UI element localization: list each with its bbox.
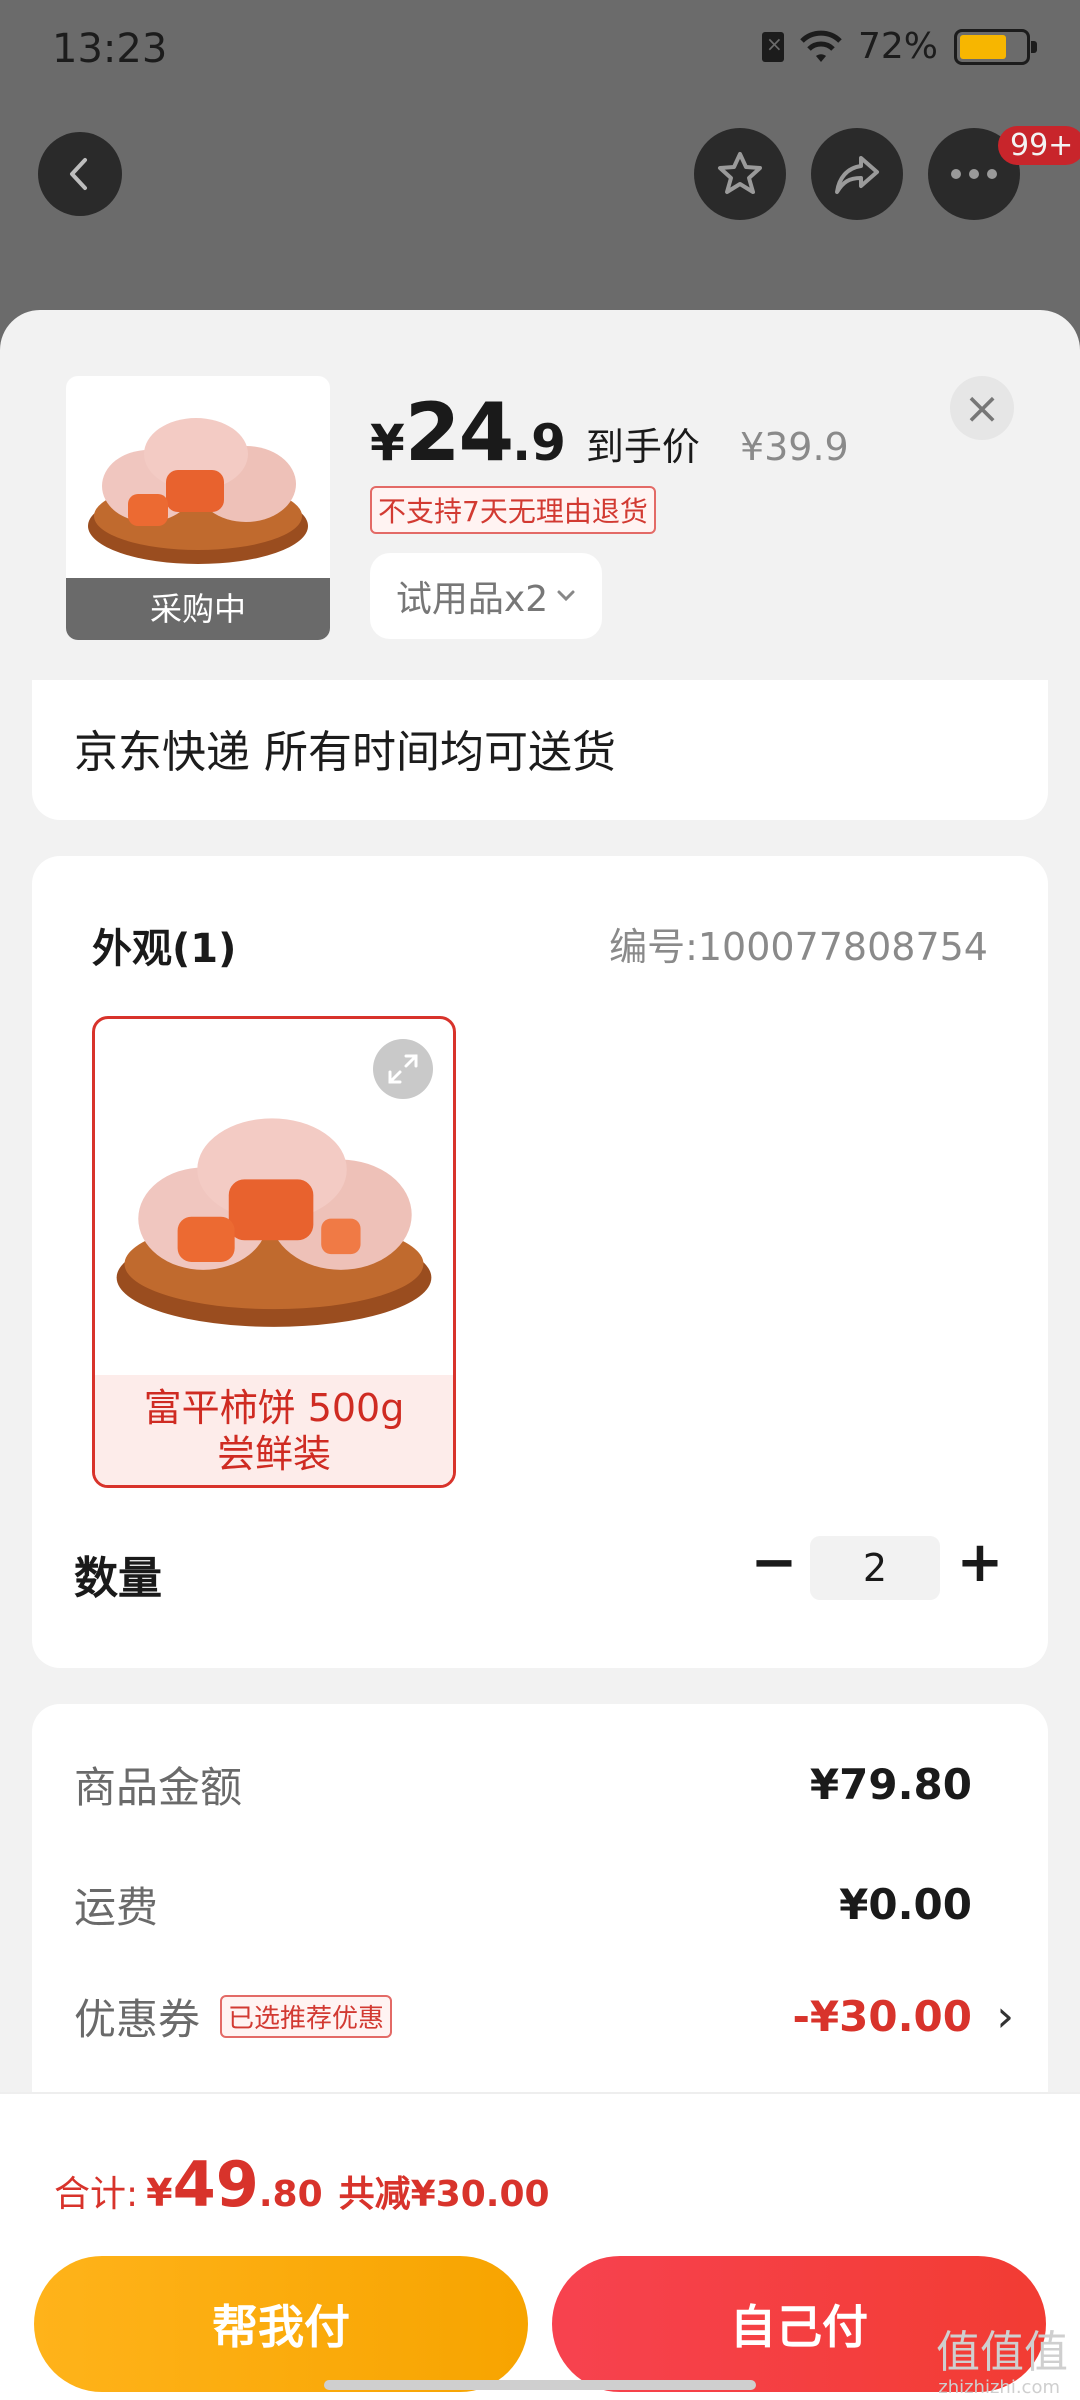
share-icon: [835, 156, 879, 194]
no-return-badge: 不支持7天无理由退货: [370, 486, 656, 534]
help-pay-button[interactable]: 帮我付: [34, 2256, 528, 2392]
watermark-url: zhizhizhi.com: [938, 2377, 1060, 2398]
product-thumbnail: 采购中: [66, 376, 330, 640]
chevron-right-icon: ›: [996, 1991, 1014, 2042]
goods-amount-label: 商品金额: [74, 1763, 243, 1812]
price-symbol: ¥: [370, 414, 405, 472]
price-integer: 24: [404, 386, 514, 479]
chevron-down-icon: [557, 590, 575, 602]
coupon-label: 优惠券: [74, 1995, 201, 2044]
coupon-recommend-badge: 已选推荐优惠: [220, 1995, 393, 2038]
share-button[interactable]: [811, 128, 903, 220]
sku-number: 编号:100077808754: [609, 925, 988, 969]
battery-percent: 72%: [857, 26, 938, 67]
home-indicator[interactable]: [324, 2380, 756, 2390]
battery-fill: [960, 34, 1007, 59]
appearance-title: 外观(1): [92, 926, 237, 972]
checkout-footer: 合计: ¥ 49 .80 共减¥30.00 帮我付 自己付 值值值 zhizhi…: [0, 2092, 1080, 2400]
original-price: ¥39.9: [739, 425, 849, 469]
star-icon: [718, 152, 762, 194]
goods-amount-row: 商品金额 ¥79.80: [74, 1754, 1014, 1815]
quantity-decrease-button[interactable]: −: [744, 1530, 804, 1595]
sim-card-icon: [761, 31, 784, 62]
total-integer: 49: [172, 2148, 259, 2221]
total-reduction: 共减¥30.00: [338, 2174, 550, 2215]
delivery-info: 京东快递 所有时间均可送货: [74, 727, 616, 778]
shipping-value: ¥0.00: [839, 1880, 972, 1929]
quantity-input[interactable]: 2: [810, 1536, 940, 1600]
favorite-button[interactable]: [694, 128, 786, 220]
trial-label: 试用品x2: [395, 579, 549, 620]
trial-selector[interactable]: 试用品x2: [370, 553, 602, 639]
notification-badge: 99+: [998, 126, 1080, 165]
watermark-logo: 值值值: [936, 2327, 1068, 2378]
total-symbol: ¥: [146, 2171, 173, 2215]
quantity-increase-button[interactable]: +: [950, 1530, 1010, 1595]
final-price-tag: 到手价: [585, 425, 700, 469]
quantity-label: 数量: [74, 1553, 162, 1604]
summary-card: 商品金额 ¥79.80 运费 ¥0.00 优惠券 已选推荐优惠 -¥30.00 …: [32, 1704, 1048, 2104]
shipping-label: 运费: [74, 1883, 159, 1932]
back-button[interactable]: [38, 132, 122, 216]
status-icons: 72%: [761, 26, 1037, 67]
total-decimal: .80: [258, 2174, 323, 2215]
options-card: 外观(1) 编号:100077808754 富平柿饼 500g 尝鲜装 数量 −…: [32, 856, 1048, 1668]
coupon-row[interactable]: 优惠券 已选推荐优惠 -¥30.00 ›: [74, 1986, 1014, 2047]
goods-amount-value: ¥79.80: [809, 1760, 972, 1809]
variant-option-selected[interactable]: 富平柿饼 500g 尝鲜装: [92, 1016, 456, 1488]
battery-icon: [954, 28, 1037, 65]
shipping-row: 运费 ¥0.00: [74, 1874, 1014, 1935]
delivery-card[interactable]: 京东快递 所有时间均可送货: [32, 680, 1048, 820]
thumb-status-label: 采购中: [66, 578, 330, 640]
coupon-value: -¥30.00: [792, 1992, 972, 2041]
more-dots-icon: [951, 169, 997, 179]
chevron-left-icon: [70, 158, 87, 190]
variant-label-line2: 尝鲜装: [216, 1432, 331, 1476]
total-prefix: 合计:: [54, 2174, 139, 2215]
status-bar: 13:23 72%: [0, 0, 1080, 100]
variant-label: 富平柿饼 500g 尝鲜装: [95, 1375, 453, 1485]
price-decimal: .9: [512, 414, 566, 472]
variant-label-line1: 富平柿饼 500g: [143, 1386, 405, 1430]
expand-icon[interactable]: [373, 1039, 433, 1099]
wifi-icon: [800, 30, 842, 64]
status-time: 13:23: [52, 26, 168, 72]
persimmon-image: [88, 418, 308, 564]
total-line: 合计: ¥ 49 .80 共减¥30.00: [54, 2148, 550, 2221]
price-row: ¥ 24 .9 到手价 ¥39.9: [370, 386, 849, 479]
close-button[interactable]: ×: [950, 376, 1014, 440]
